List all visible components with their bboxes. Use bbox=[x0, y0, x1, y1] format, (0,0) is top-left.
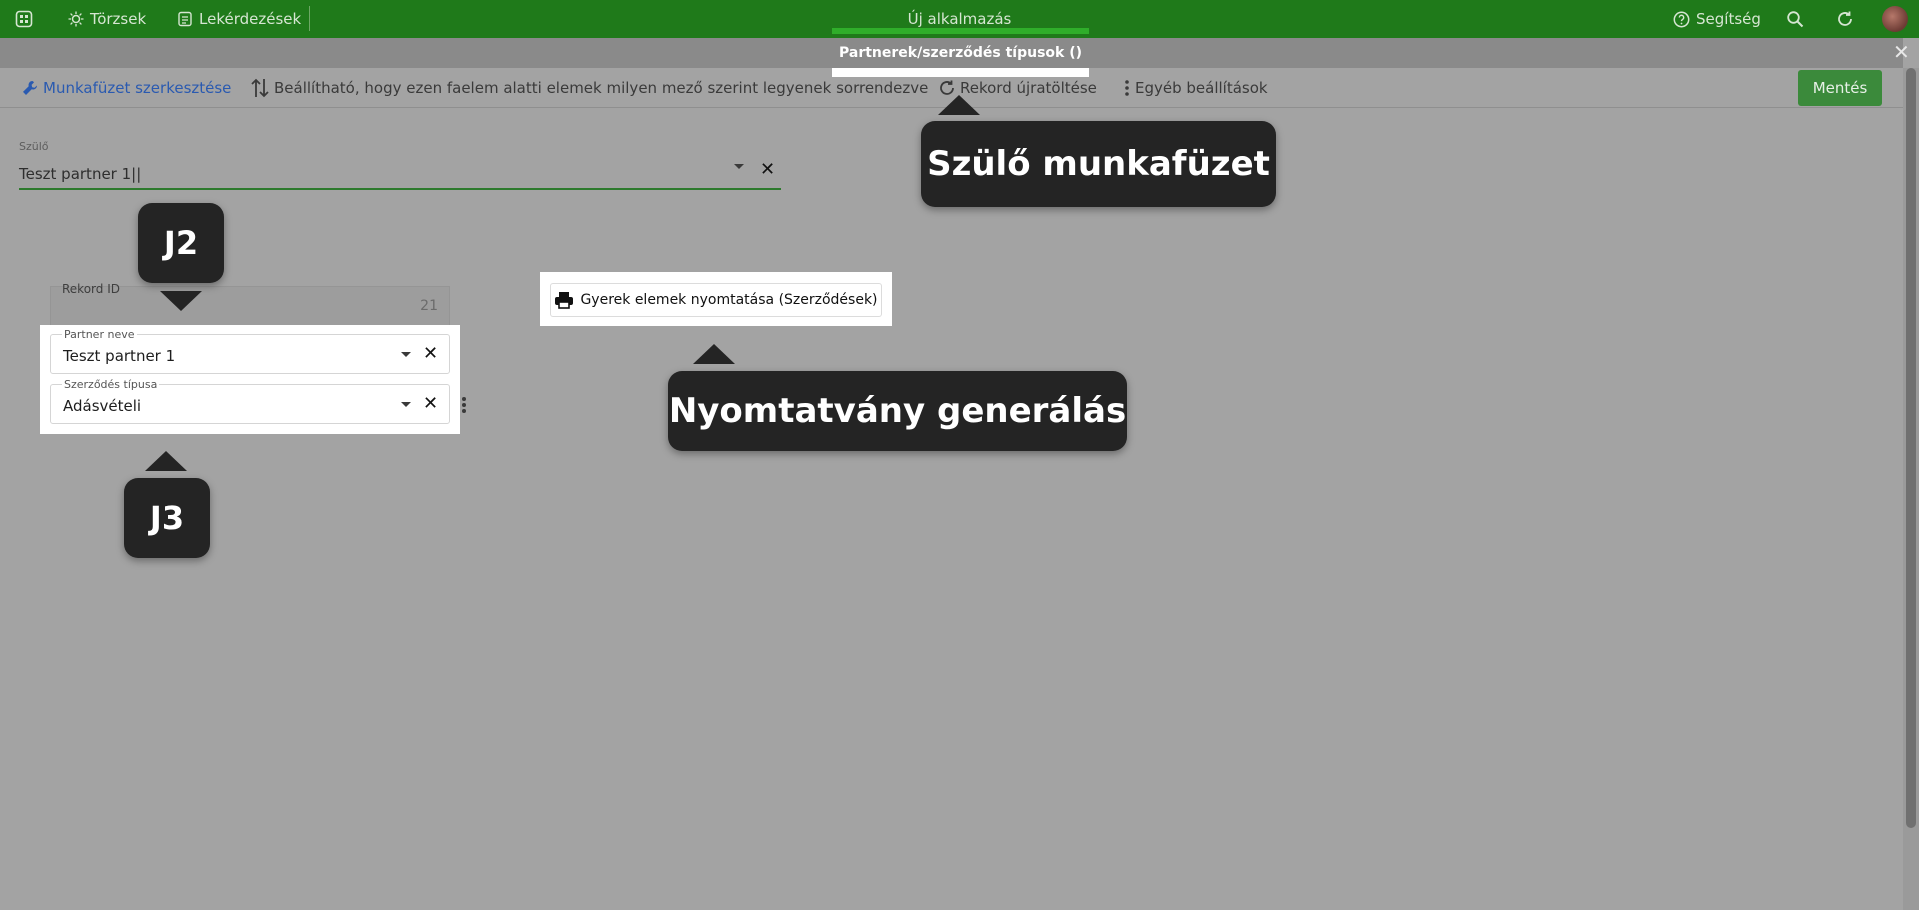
scrollbar[interactable] bbox=[1903, 68, 1919, 910]
close-icon[interactable]: ✕ bbox=[1893, 42, 1910, 62]
record-id-value: 21 bbox=[420, 298, 438, 314]
print-children-label: Gyerek elemek nyomtatása (Szerződések) bbox=[580, 292, 878, 308]
sort-setting-label: Beállítható, hogy ezen faelem alatti ele… bbox=[274, 79, 929, 97]
clear-icon[interactable]: ✕ bbox=[423, 345, 438, 363]
topbar-divider bbox=[309, 6, 310, 31]
print-highlight: Gyerek elemek nyomtatása (Szerződések) bbox=[540, 272, 892, 326]
partner-name-label: Partner neve bbox=[62, 328, 137, 341]
nav-lekerdezesek[interactable]: Lekérdezések bbox=[177, 0, 301, 38]
search-button[interactable] bbox=[1786, 0, 1804, 38]
callout-arrow bbox=[160, 291, 202, 311]
record-id-label: Rekord ID bbox=[62, 282, 120, 296]
partner-name-field[interactable]: Partner neve Teszt partner 1 ✕ bbox=[50, 328, 450, 374]
apps-menu-button[interactable] bbox=[15, 0, 33, 38]
callout-print-generation-text: Nyomtatvány generálás bbox=[668, 391, 1127, 431]
parent-field[interactable]: Szülő Teszt partner 1|| ✕ bbox=[19, 140, 781, 190]
partner-name-value: Teszt partner 1 bbox=[63, 347, 176, 365]
chevron-down-icon[interactable] bbox=[401, 402, 411, 407]
contract-type-value: Adásvételi bbox=[63, 397, 142, 415]
refresh-button[interactable] bbox=[1836, 0, 1854, 38]
contract-type-field[interactable]: Szerződés típusa Adásvételi ✕ bbox=[50, 378, 450, 424]
callout-arrow bbox=[145, 451, 187, 471]
sort-arrows-icon bbox=[251, 78, 269, 98]
active-tab-indicator bbox=[832, 28, 1089, 34]
nav-torzsek-label: Törzsek bbox=[90, 10, 147, 28]
save-button[interactable]: Mentés bbox=[1798, 70, 1882, 106]
more-vertical-icon[interactable] bbox=[462, 397, 466, 415]
printer-icon bbox=[555, 292, 574, 309]
callout-j2: J2 bbox=[138, 203, 224, 283]
callout-print-generation: Nyomtatvány generálás bbox=[668, 371, 1127, 451]
clear-icon[interactable]: ✕ bbox=[760, 161, 775, 179]
edit-workbook-label: Munkafüzet szerkesztése bbox=[43, 79, 232, 97]
other-settings-label: Egyéb beállítások bbox=[1135, 79, 1268, 97]
form-highlight: Partner neve Teszt partner 1 ✕ Szerződés… bbox=[40, 325, 460, 434]
chevron-down-icon[interactable] bbox=[401, 352, 411, 357]
refresh-icon bbox=[1838, 11, 1852, 26]
sql-icon bbox=[178, 11, 192, 27]
callout-j2-text: J2 bbox=[163, 224, 199, 262]
app-title: Új alkalmazás bbox=[907, 10, 1012, 28]
sort-setting-button[interactable]: Beállítható, hogy ezen faelem alatti ele… bbox=[250, 68, 928, 108]
user-avatar[interactable] bbox=[1882, 6, 1908, 32]
chevron-down-icon[interactable] bbox=[734, 164, 744, 169]
help-circle-icon bbox=[1673, 11, 1690, 27]
grid-icon bbox=[15, 10, 33, 28]
callout-j3-text: J3 bbox=[149, 499, 185, 537]
sun-icon bbox=[68, 11, 84, 27]
nav-torzsek[interactable]: Törzsek bbox=[68, 0, 146, 38]
other-settings-button[interactable]: Egyéb beállítások bbox=[1123, 68, 1268, 108]
clear-icon[interactable]: ✕ bbox=[423, 395, 438, 413]
callout-j3: J3 bbox=[124, 478, 210, 558]
callout-arrow bbox=[693, 344, 735, 364]
search-icon bbox=[1787, 11, 1804, 28]
scrollbar-thumb[interactable] bbox=[1906, 68, 1916, 828]
reload-record-label: Rekord újratöltése bbox=[960, 79, 1097, 97]
nav-lekerdezesek-label: Lekérdezések bbox=[199, 10, 302, 28]
help-button[interactable]: Segítség bbox=[1673, 0, 1761, 38]
panel-title: Partnerek/szerződés típusok () bbox=[839, 45, 1082, 61]
more-vertical-icon bbox=[1125, 80, 1129, 96]
contract-type-label: Szerződés típusa bbox=[62, 378, 160, 391]
callout-parent-workbook-text: Szülő munkafüzet bbox=[927, 144, 1270, 184]
callout-arrow bbox=[938, 95, 980, 115]
print-children-button[interactable]: Gyerek elemek nyomtatása (Szerződések) bbox=[550, 283, 882, 317]
help-label: Segítség bbox=[1696, 10, 1761, 28]
wrench-icon bbox=[23, 81, 38, 95]
parent-field-label: Szülő bbox=[19, 140, 49, 153]
callout-parent-workbook: Szülő munkafüzet bbox=[921, 121, 1276, 207]
parent-field-value: Teszt partner 1|| bbox=[19, 165, 142, 183]
edit-workbook-button[interactable]: Munkafüzet szerkesztése bbox=[21, 68, 231, 108]
